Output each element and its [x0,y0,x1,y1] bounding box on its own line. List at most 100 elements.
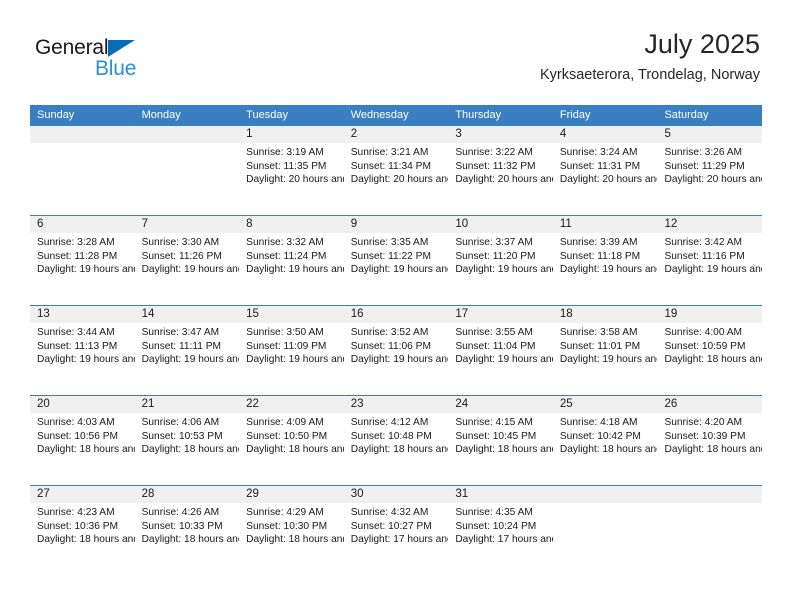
daylight-text: Daylight: 20 hours and 13 minutes. [350,174,449,186]
day-number [30,126,135,143]
day-cell-28[interactable]: 28 Sunrise: 4:26 AM Sunset: 10:33 PM Daylig… [134,486,240,575]
day-number: 6 [30,216,135,233]
general-blue-logo[interactable]: General Blue [35,36,195,88]
day-number: 4 [552,126,658,143]
sunset-text: Sunset: 11:26 PM [141,250,222,262]
sunrise-text: Sunrise: 3:52 AM [350,327,429,338]
day-details: Sunrise: 4:35 AM Sunset: 10:24 PM Daylight… [448,503,553,547]
day-cell-31[interactable]: 31 Sunrise: 4:35 AM Sunset: 10:24 PM Daylig… [448,486,553,575]
sunrise-text: Sunrise: 3:55 AM [455,327,533,338]
day-cell-13[interactable]: 13 Sunrise: 3:44 AM Sunset: 11:13 PM Daylig… [30,306,135,395]
sunrise-text: Sunrise: 4:26 AM [141,507,220,518]
day-number: 31 [448,486,553,503]
sunrise-text: Sunrise: 3:44 AM [37,327,115,338]
day-cell-24[interactable]: 24 Sunrise: 4:15 AM Sunset: 10:45 PM Daylig… [448,396,553,485]
day-details: Sunrise: 3:55 AM Sunset: 11:04 PM Daylight… [448,323,553,367]
day-cell-6[interactable]: 6 Sunrise: 3:28 AM Sunset: 11:28 PM Dayligh… [30,216,135,305]
day-cell-16[interactable]: 16 Sunrise: 3:52 AM Sunset: 11:06 PM Daylig… [343,306,449,395]
daylight-text: Daylight: 17 hours and 48 minutes. [455,534,553,546]
daylight-text: Daylight: 20 hours and 10 minutes. [455,174,553,186]
day-cell-15[interactable]: 15 Sunrise: 3:50 AM Sunset: 11:09 PM Daylig… [239,306,344,395]
day-number: 12 [657,216,763,233]
day-cell-20[interactable]: 20 Sunrise: 4:03 AM Sunset: 10:56 PM Daylig… [30,396,135,485]
day-cell-12[interactable]: 12 Sunrise: 3:42 AM Sunset: 11:16 PM Daylig… [657,216,763,305]
day-cell-30[interactable]: 30 Sunrise: 4:32 AM Sunset: 10:27 PM Daylig… [343,486,449,575]
day-number: 18 [552,306,658,323]
sunrise-text: Sunrise: 3:22 AM [455,147,533,158]
day-details: Sunrise: 4:09 AM Sunset: 10:50 PM Daylight… [239,413,344,457]
daylight-text: Daylight: 20 hours and 6 minutes. [559,174,658,186]
week-row: 13 Sunrise: 3:44 AM Sunset: 11:13 PM Daylig… [30,305,763,395]
page-title: July 2025 [644,29,760,59]
sunset-text: Sunset: 11:29 PM [664,160,745,172]
daylight-text: Daylight: 18 hours and 58 minutes. [664,354,762,366]
day-details: Sunrise: 3:22 AM Sunset: 11:32 PM Daylight… [448,143,553,187]
sunset-text: Sunset: 11:13 PM [37,340,118,352]
day-cell-19[interactable]: 19 Sunrise: 4:00 AM Sunset: 10:59 PM Daylig… [657,306,763,395]
title-block: July 2025 Kyrksaeterora, Trondelag, Norw… [540,28,760,84]
day-cell-9[interactable]: 9 Sunrise: 3:35 AM Sunset: 11:22 PM Dayligh… [343,216,449,305]
daylight-text: Daylight: 20 hours and 16 minutes. [246,174,344,186]
sunrise-text: Sunrise: 4:20 AM [664,417,743,428]
sunset-text: Sunset: 11:01 PM [559,340,641,352]
day-number: 27 [30,486,135,503]
sunset-text: Sunset: 11:11 PM [141,340,222,352]
day-cell-29[interactable]: 29 Sunrise: 4:29 AM Sunset: 10:30 PM Daylig… [239,486,344,575]
sunrise-text: Sunrise: 4:06 AM [141,417,220,428]
sunset-text: Sunset: 11:22 PM [350,250,431,262]
day-number: 19 [657,306,763,323]
day-cell-25[interactable]: 25 Sunrise: 4:18 AM Sunset: 10:42 PM Daylig… [552,396,658,485]
day-cell-5[interactable]: 5 Sunrise: 3:26 AM Sunset: 11:29 PM Dayligh… [657,126,763,215]
calendar-grid: Sunday Monday Tuesday Wednesday Thursday Frid… [30,105,763,575]
sunset-text: Sunset: 11:24 PM [246,250,327,262]
daylight-text: Daylight: 19 hours and 47 minutes. [350,264,449,276]
daylight-text: Daylight: 19 hours and 19 minutes. [246,354,344,366]
day-cell-23[interactable]: 23 Sunrise: 4:12 AM Sunset: 10:48 PM Daylig… [343,396,449,485]
day-number: 8 [239,216,344,233]
week-inner: 1 Sunrise: 3:19 AM Sunset: 11:35 PM Dayligh… [30,126,763,215]
daylight-text: Daylight: 19 hours and 14 minutes. [350,354,449,366]
day-cell-7[interactable]: 7 Sunrise: 3:30 AM Sunset: 11:26 PM Dayligh… [134,216,240,305]
day-cell-22[interactable]: 22 Sunrise: 4:09 AM Sunset: 10:50 PM Daylig… [239,396,344,485]
day-cell-11[interactable]: 11 Sunrise: 3:39 AM Sunset: 11:18 PM Daylig… [552,216,658,305]
day-cell-26[interactable]: 26 Sunrise: 4:20 AM Sunset: 10:39 PM Daylig… [657,396,763,485]
day-details: Sunrise: 4:12 AM Sunset: 10:48 PM Daylight… [344,413,449,457]
sunrise-text: Sunrise: 3:39 AM [559,237,638,248]
day-cell-27[interactable]: 27 Sunrise: 4:23 AM Sunset: 10:36 PM Daylig… [30,486,135,575]
sunset-text: Sunset: 11:18 PM [559,250,641,262]
day-cell-4[interactable]: 4 Sunrise: 3:24 AM Sunset: 11:31 PM Dayligh… [552,126,658,215]
day-number: 25 [552,396,658,413]
sunset-text: Sunset: 11:28 PM [37,250,118,262]
sunrise-text: Sunrise: 3:19 AM [246,147,324,158]
day-cell-empty [552,486,658,575]
sunrise-text: Sunrise: 3:30 AM [141,237,220,248]
sunrise-text: Sunrise: 3:24 AM [559,147,638,158]
day-cell-21[interactable]: 21 Sunrise: 4:06 AM Sunset: 10:53 PM Daylig… [134,396,240,485]
day-number: 10 [448,216,553,233]
sunrise-text: Sunrise: 4:35 AM [455,507,533,518]
day-cell-1[interactable]: 1 Sunrise: 3:19 AM Sunset: 11:35 PM Dayligh… [239,126,344,215]
day-number [657,486,763,503]
sunrise-text: Sunrise: 3:26 AM [664,147,743,158]
day-number: 30 [343,486,449,503]
day-cell-8[interactable]: 8 Sunrise: 3:32 AM Sunset: 11:24 PM Dayligh… [239,216,344,305]
day-cell-2[interactable]: 2 Sunrise: 3:21 AM Sunset: 11:34 PM Dayligh… [343,126,449,215]
weekday-header-row: Sunday Monday Tuesday Wednesday Thursday Frid… [30,105,762,126]
day-cell-10[interactable]: 10 Sunrise: 3:37 AM Sunset: 11:20 PM Daylig… [448,216,553,305]
day-cell-14[interactable]: 14 Sunrise: 3:47 AM Sunset: 11:11 PM Daylig… [134,306,240,395]
day-number: 5 [657,126,763,143]
day-cell-17[interactable]: 17 Sunrise: 3:55 AM Sunset: 11:04 PM Daylig… [448,306,553,395]
day-number [134,126,240,143]
sunrise-text: Sunrise: 3:35 AM [350,237,429,248]
day-details: Sunrise: 3:21 AM Sunset: 11:34 PM Daylight… [344,143,449,187]
day-number: 16 [343,306,449,323]
calendar-page: General Blue July 2025 Kyrksaeterora, Tr… [0,0,792,612]
day-details: Sunrise: 4:29 AM Sunset: 10:30 PM Daylight… [239,503,344,547]
sunset-text: Sunset: 11:09 PM [246,340,327,352]
day-cell-3[interactable]: 3 Sunrise: 3:22 AM Sunset: 11:32 PM Dayligh… [448,126,553,215]
day-cell-18[interactable]: 18 Sunrise: 3:58 AM Sunset: 11:01 PM Daylig… [552,306,658,395]
day-details: Sunrise: 3:52 AM Sunset: 11:06 PM Daylight… [344,323,449,367]
week-inner: 6 Sunrise: 3:28 AM Sunset: 11:28 PM Dayligh… [30,216,763,305]
daylight-text: Daylight: 18 hours and 30 minutes. [455,444,553,456]
day-details: Sunrise: 4:15 AM Sunset: 10:45 PM Daylight… [448,413,553,457]
